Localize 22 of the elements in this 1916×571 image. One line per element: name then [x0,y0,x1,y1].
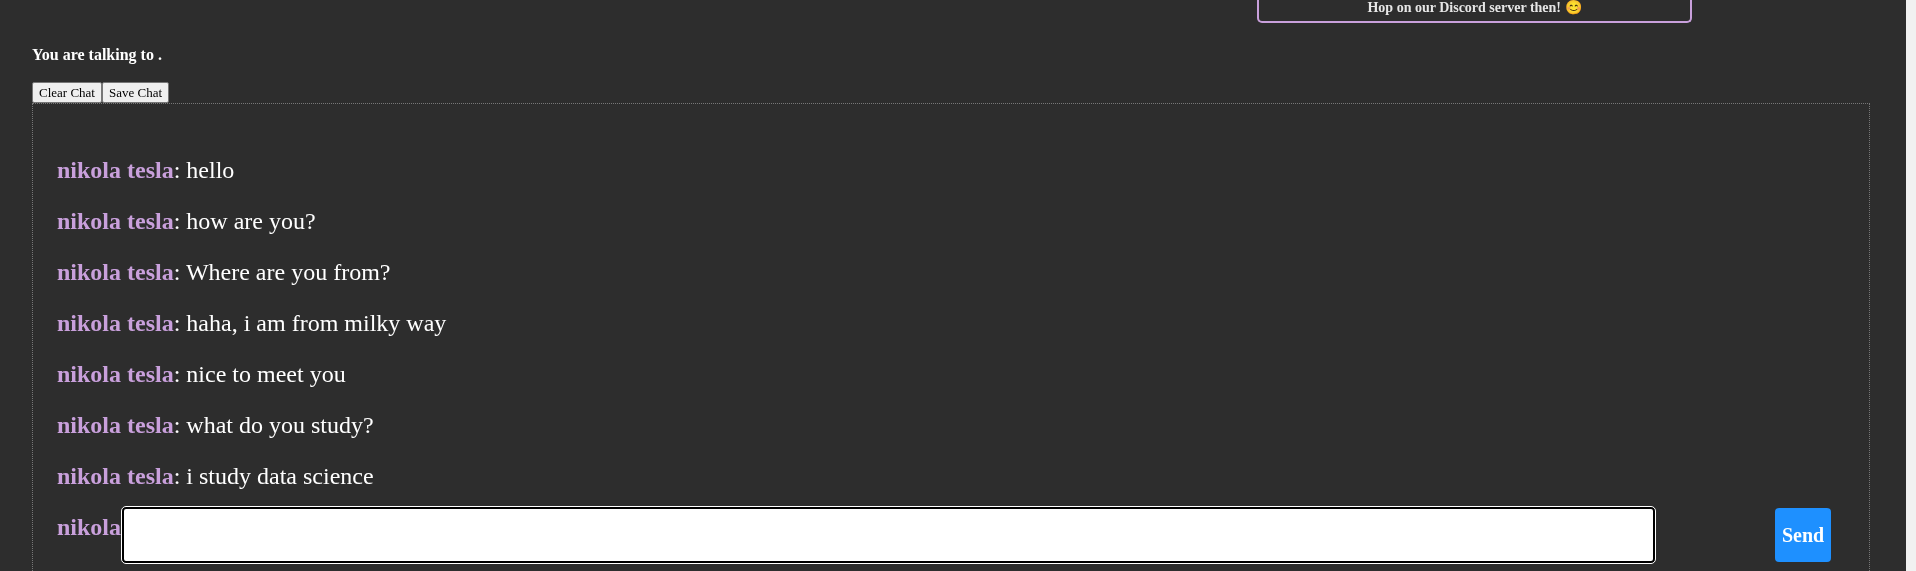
message-text: : what do you study? [173,412,374,438]
message-text: : nice to meet you [173,361,346,387]
chat-action-button[interactable]: Clear Chat [32,82,102,103]
sender-name: nikola tesla [57,463,174,489]
chat-action-button[interactable]: Save Chat [101,82,170,103]
message-text: : haha, i am from milky way [173,310,447,336]
sender-name: nikola tesla [57,157,174,183]
scrollbar[interactable] [1906,0,1916,571]
message-text: : Where are you from? [173,259,391,285]
message-text: : i study data science [173,463,374,489]
sender-name: nikola tesla [57,208,174,234]
message-text: : how are you? [173,208,316,234]
chat-heading: You are talking to . [32,45,163,65]
banner-text: Hop on our Discord server then! 😊 [1367,0,1582,15]
sender-name: nikola tesla [57,361,174,387]
discord-banner[interactable]: Hop on our Discord server then! 😊 [1257,0,1692,23]
message-text: : hello [173,157,235,183]
message-input-field[interactable] [122,507,1655,563]
sender-name: nikola tesla [57,412,174,438]
sender-name: nikola [57,514,122,540]
sender-name: nikola tesla [57,259,174,285]
sender-name: nikola tesla [57,310,174,336]
